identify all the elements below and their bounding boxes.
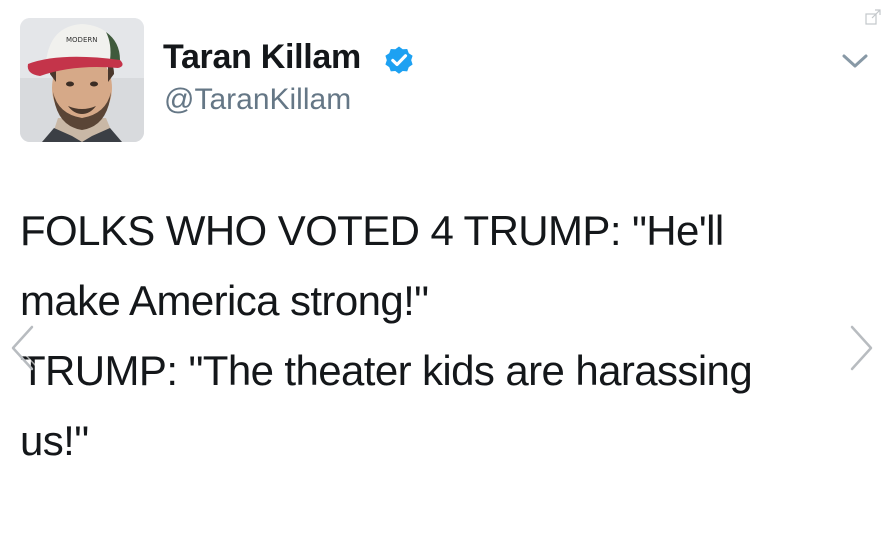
tweet-text-line: TRUMP: "The theater kids are harassing (20, 347, 753, 394)
chevron-right-icon[interactable] (846, 324, 876, 372)
tweet-text-line: us!" (20, 417, 89, 464)
profile-photo: MODERN (20, 18, 144, 142)
tweet-text: FOLKS WHO VOTED 4 TRUMP: "He'll make Ame… (20, 196, 880, 476)
expand-icon[interactable] (864, 8, 882, 26)
chevron-down-icon[interactable] (840, 50, 870, 72)
verified-badge-icon (385, 46, 413, 74)
avatar[interactable]: MODERN (20, 18, 144, 142)
author-display-name[interactable]: Taran Killam (163, 38, 361, 77)
tweet-text-line: FOLKS WHO VOTED 4 TRUMP: "He'll (20, 207, 724, 254)
svg-text:MODERN: MODERN (66, 36, 97, 44)
author-username[interactable]: @TaranKillam (164, 83, 351, 117)
tweet-text-line: make America strong!" (20, 277, 429, 324)
chevron-left-icon[interactable] (8, 324, 38, 372)
